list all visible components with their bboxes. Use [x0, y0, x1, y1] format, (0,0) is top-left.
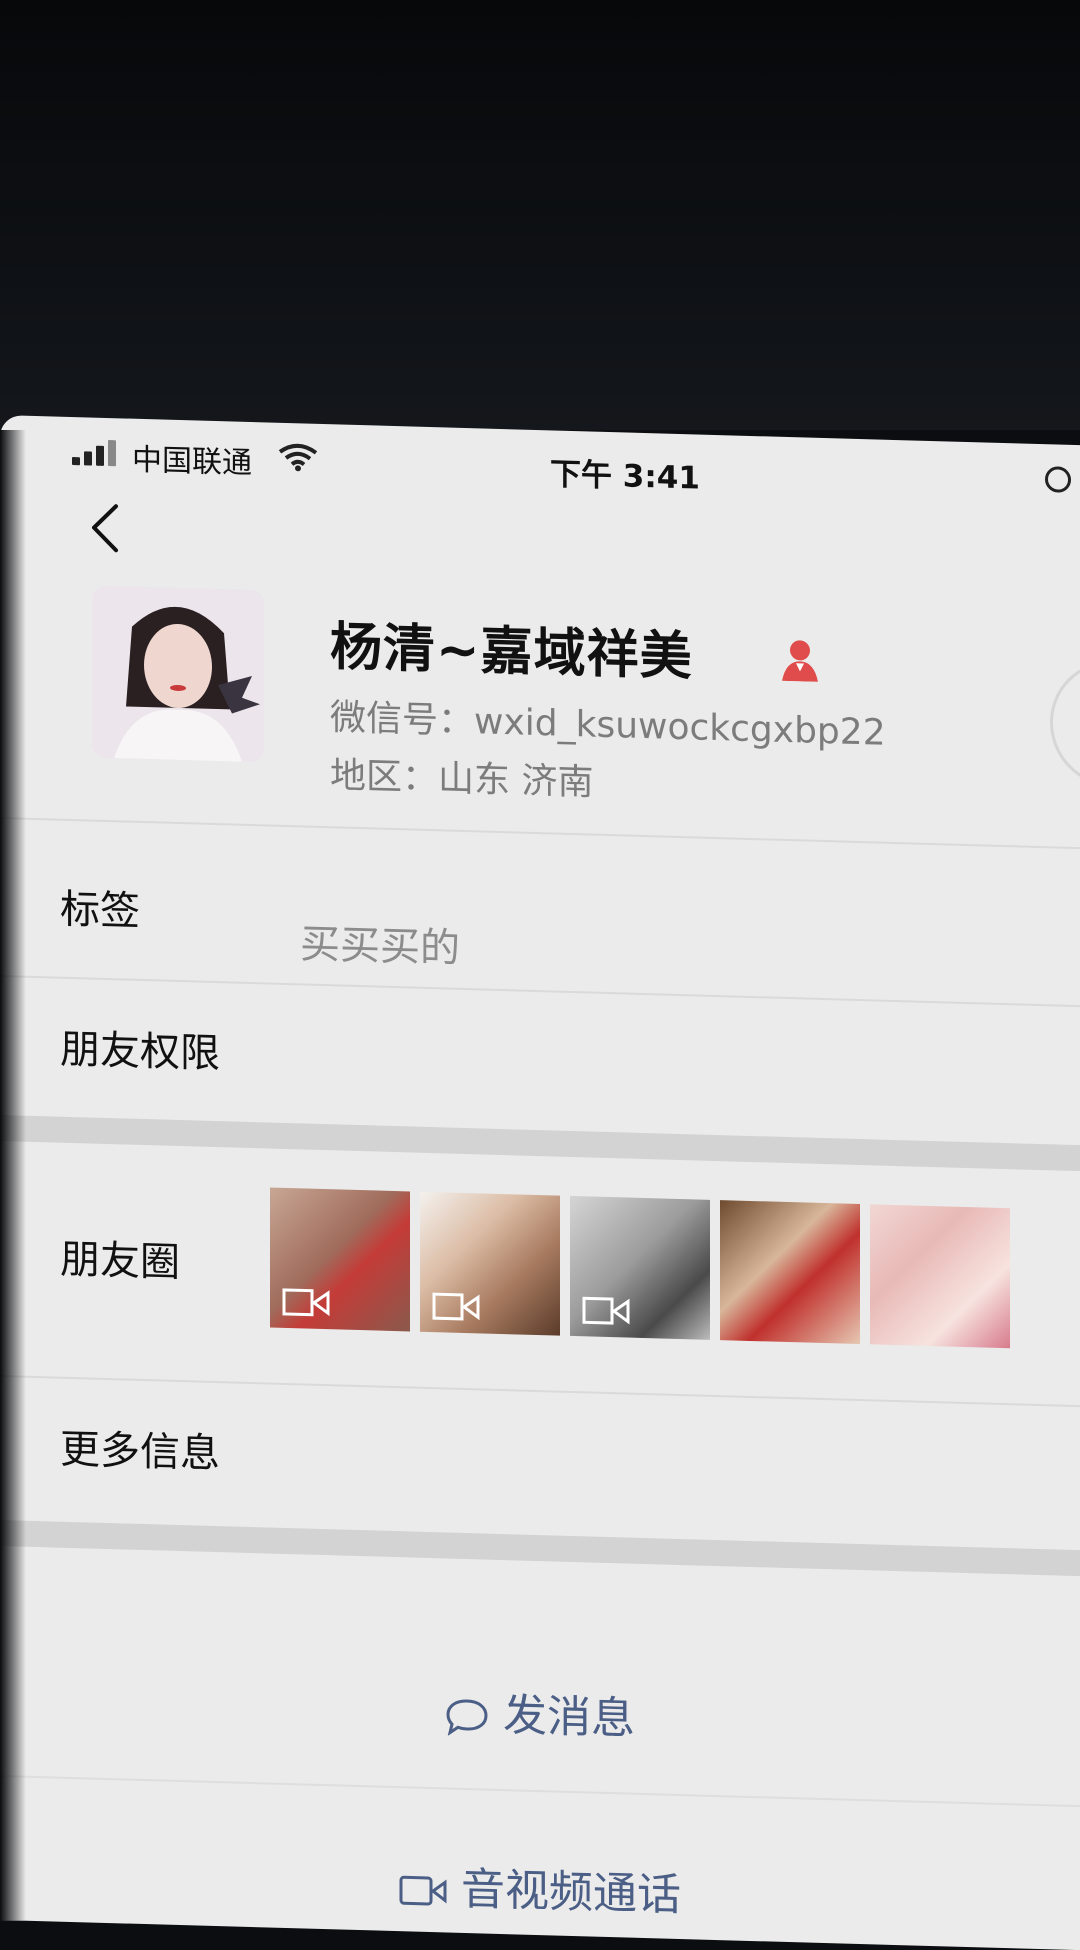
- voice-button[interactable]: [1050, 659, 1080, 789]
- video-icon: [282, 1288, 330, 1317]
- section-gap: [0, 1115, 1080, 1172]
- send-message-label: 发消息: [503, 1690, 635, 1745]
- friend-permissions-row[interactable]: 朋友权限: [60, 1017, 220, 1079]
- divider: [0, 1775, 1080, 1808]
- divider: [0, 975, 1080, 1008]
- chat-bubble-icon: [446, 1699, 488, 1736]
- avatar[interactable]: [92, 585, 264, 763]
- moments-thumbnail[interactable]: [870, 1204, 1010, 1349]
- moments-row-label[interactable]: 朋友圈: [60, 1227, 180, 1288]
- video-icon: [582, 1296, 630, 1325]
- video-call-label: 音视频通话: [461, 1863, 681, 1922]
- device-bezel: [0, 430, 26, 1920]
- phone-screen: 中国联通 下午 3:41 杨清~嘉域祥美 微信号：wxid_ksuwockcgx…: [0, 415, 1080, 1950]
- region: 地区：山东 济南: [330, 755, 594, 804]
- video-call-icon: [399, 1875, 447, 1906]
- video-icon: [432, 1292, 480, 1321]
- tags-value[interactable]: 买买买的: [300, 911, 460, 973]
- divider: [0, 1375, 1080, 1408]
- rotation-lock-icon: [1045, 466, 1071, 493]
- video-call-button[interactable]: 音视频通话: [0, 1840, 1080, 1934]
- profile-name-row: 杨清~嘉域祥美: [330, 604, 818, 688]
- carrier-name: 中国联通: [132, 442, 252, 482]
- moments-thumbnail[interactable]: [270, 1187, 410, 1332]
- wifi-icon: [278, 443, 318, 472]
- status-time: 下午 3:41: [550, 456, 700, 497]
- wechat-id: 微信号：wxid_ksuwockcgxbp22: [330, 697, 886, 754]
- status-bar: 中国联通 下午 3:41: [60, 427, 1071, 505]
- divider: [0, 817, 1080, 850]
- moments-thumbnail[interactable]: [720, 1200, 860, 1345]
- section-gap: [0, 1520, 1080, 1577]
- send-message-button[interactable]: 发消息: [0, 1665, 1080, 1759]
- more-info-row[interactable]: 更多信息: [60, 1417, 220, 1479]
- signal-strength-icon: [72, 439, 118, 467]
- female-user-icon: [782, 640, 818, 682]
- dark-background: [0, 0, 1080, 430]
- moments-thumbnail[interactable]: [570, 1195, 710, 1340]
- tags-label: 标签: [60, 886, 140, 935]
- avatar-photo: [92, 585, 264, 763]
- profile-name: 杨清~嘉域祥美: [330, 617, 693, 688]
- moments-thumbnail[interactable]: [420, 1191, 560, 1336]
- back-button[interactable]: [86, 497, 126, 558]
